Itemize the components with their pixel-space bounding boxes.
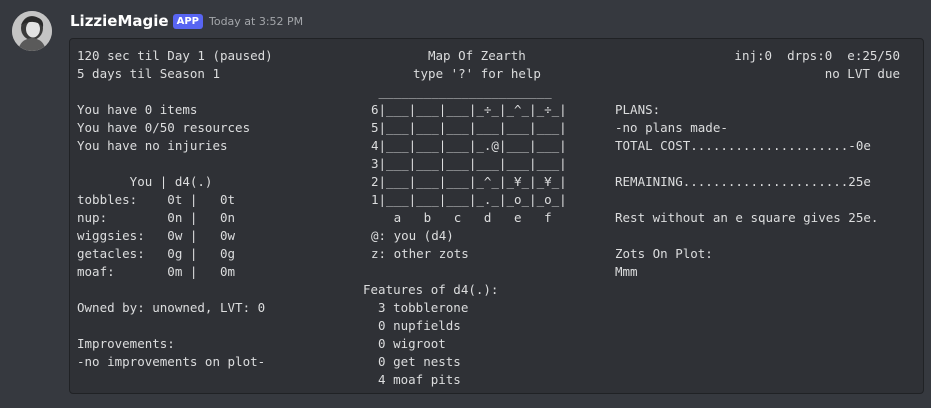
remaining: REMAINING......................25e — [615, 174, 871, 189]
plans-none: -no plans made- — [615, 120, 728, 135]
features-header: Features of d4(.): — [363, 282, 499, 297]
owned-by: Owned by: unowned, LVT: 0 — [77, 300, 266, 315]
map-legend-you: @: you (d4) — [371, 228, 454, 243]
map-column-labels: a b c d e f — [371, 210, 552, 225]
feature-item: 0 wigroot — [363, 336, 446, 351]
code-line: nup: 0n | 0n a b c d e f Rest without an… — [70, 209, 923, 227]
zots-label: Zots On Plot: — [615, 246, 713, 261]
improvements-label: Improvements: — [77, 336, 175, 351]
code-line: _______________________ — [70, 83, 923, 101]
resource-row: tobbles: 0t | 0t — [77, 192, 236, 207]
zots-value: Mmm — [615, 264, 638, 279]
map-row: 6|___|___|___|_÷_|_^_|_÷_| — [371, 102, 567, 117]
map-row: 3|___|___|___|___|___|___| — [371, 156, 567, 171]
code-line: moaf: 0m | 0m Mmm — [70, 263, 923, 281]
code-line: 0 nupfields — [70, 317, 923, 335]
map-title: Map Of Zearth — [428, 48, 526, 63]
improvements-none: -no improvements on plot- — [77, 354, 266, 369]
resource-row: nup: 0n | 0n — [77, 210, 236, 225]
code-line: getacles: 0g | 0g z: other zots Zots On … — [70, 245, 923, 263]
resource-row: getacles: 0g | 0g — [77, 246, 236, 261]
injuries-status: You have no injuries — [77, 138, 228, 153]
resources-count: You have 0/50 resources — [77, 120, 251, 135]
map-row: _______________________ — [371, 84, 552, 99]
badge-label: APP — [176, 15, 199, 27]
username[interactable]: LizzieMagie — [70, 12, 169, 30]
status-season: 5 days til Season 1 — [77, 66, 220, 81]
code-line: Improvements: 0 wigroot — [70, 335, 923, 353]
avatar[interactable] — [12, 11, 52, 51]
code-line: You have no injuries 4|___|___|___|_.@|_… — [70, 137, 923, 155]
code-line: -no improvements on plot- 0 get nests — [70, 353, 923, 371]
code-line: 3|___|___|___|___|___|___| — [70, 155, 923, 173]
feature-item: 4 moaf pits — [363, 372, 461, 387]
map-row: 4|___|___|___|_.@|___|___| — [371, 138, 567, 153]
code-line: You | d4(.) 2|___|___|___|_^_|_¥_|_¥_| R… — [70, 173, 923, 191]
rest-note: Rest without an e square gives 25e. — [615, 210, 879, 225]
feature-item: 3 tobblerone — [363, 300, 469, 315]
map-row: 5|___|___|___|___|___|___| — [371, 120, 567, 135]
code-line: 5 days til Season 1 type '?' for help no… — [70, 65, 923, 83]
message-header: LizzieMagie APP Today at 3:52 PM — [70, 11, 303, 31]
code-line: tobbles: 0t | 0t 1|___|___|___|_._|_o_|_… — [70, 191, 923, 209]
feature-item: 0 get nests — [363, 354, 461, 369]
map-row: 2|___|___|___|_^_|_¥_|_¥_| — [371, 174, 567, 189]
stats-top-right: inj:0 drps:0 e:25/50 — [734, 48, 900, 63]
code-line: 120 sec til Day 1 (paused) Map Of Zearth… — [70, 47, 923, 65]
game-code-block: 120 sec til Day 1 (paused) Map Of Zearth… — [69, 38, 924, 394]
code-line: 4 moaf pits — [70, 371, 923, 389]
avatar-portrait-icon — [12, 11, 52, 51]
map-legend-others: z: other zots — [371, 246, 469, 261]
items-count: You have 0 items — [77, 102, 198, 117]
code-line: You have 0 items 6|___|___|___|_÷_|_^_|_… — [70, 101, 923, 119]
resource-row: wiggsies: 0w | 0w — [77, 228, 236, 243]
map-help: type '?' for help — [413, 66, 541, 81]
plans-label: PLANS: — [615, 102, 661, 117]
total-cost: TOTAL COST.....................-0e — [615, 138, 871, 153]
status-top-left: 120 sec til Day 1 (paused) — [77, 48, 273, 63]
feature-item: 0 nupfields — [363, 318, 461, 333]
code-line: wiggsies: 0w | 0w @: you (d4) — [70, 227, 923, 245]
code-line: You have 0/50 resources 5|___|___|___|__… — [70, 119, 923, 137]
map-row: 1|___|___|___|_._|_o_|_o_| — [371, 192, 567, 207]
code-line: Features of d4(.): — [70, 281, 923, 299]
app-badge: APP — [172, 13, 203, 29]
code-line: Owned by: unowned, LVT: 0 3 tobblerone — [70, 299, 923, 317]
resource-table-header: You | d4(.) — [77, 174, 213, 189]
lvt-status: no LVT due — [824, 66, 900, 81]
timestamp: Today at 3:52 PM — [208, 14, 304, 28]
resource-row: moaf: 0m | 0m — [77, 264, 236, 279]
